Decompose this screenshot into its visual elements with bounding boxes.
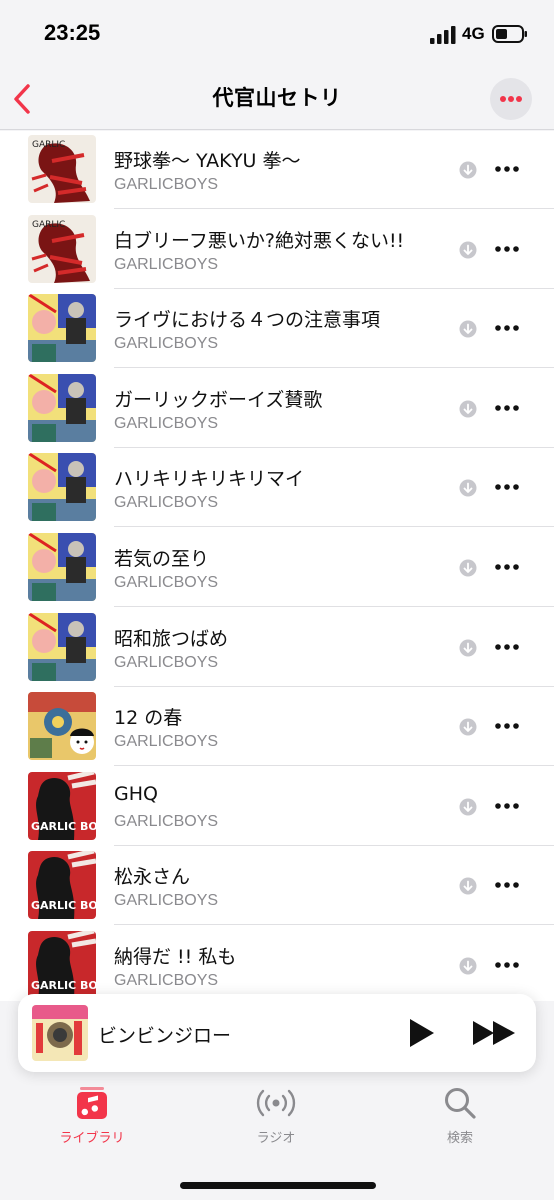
download-icon[interactable] (459, 559, 477, 577)
track-row[interactable]: GARLIC BOYS GHQ GARLICBOYS (0, 766, 554, 846)
track-artwork: GARLIC (28, 214, 96, 283)
battery-icon (492, 25, 527, 43)
track-title: 白ブリーフ悪いか?絶対悪くない!! (114, 229, 405, 252)
track-artist: GARLICBOYS (114, 653, 219, 671)
fast-forward-icon[interactable] (472, 1020, 516, 1046)
track-more-icon[interactable] (494, 243, 520, 255)
track-artist: GARLICBOYS (114, 176, 219, 193)
track-artwork: GARLIC (28, 135, 96, 203)
track-artwork: GARLIC BOYS (28, 931, 96, 999)
track-more-icon[interactable] (494, 720, 520, 732)
track-title: 12 の春 (114, 707, 183, 730)
track-title: 若気の至り (114, 548, 210, 570)
track-row[interactable]: 若気の至り GARLICBOYS (0, 527, 554, 607)
track-more-icon[interactable] (494, 800, 520, 812)
track-artist: GARLICBOYS (114, 812, 219, 830)
svg-text:GARLIC BOYS: GARLIC BOYS (31, 979, 96, 992)
play-icon[interactable] (408, 1018, 436, 1048)
track-artwork (28, 692, 96, 761)
track-more-icon[interactable] (494, 322, 520, 334)
track-artist: GARLICBOYS (114, 255, 219, 273)
download-icon[interactable] (459, 241, 477, 259)
track-artist: GARLICBOYS (114, 335, 219, 353)
download-icon[interactable] (459, 161, 477, 179)
track-artwork (28, 612, 96, 681)
track-more-icon[interactable] (494, 163, 520, 175)
download-icon[interactable] (459, 798, 477, 816)
track-row[interactable]: 昭和旅つばめ GARLICBOYS (0, 607, 554, 687)
cellular-signal-icon (430, 26, 456, 44)
tab-radio[interactable]: ラジオ (216, 1086, 336, 1156)
search-icon (445, 1088, 476, 1119)
track-more-icon[interactable] (494, 481, 520, 493)
track-more-icon[interactable] (494, 561, 520, 573)
track-row[interactable]: ライヴにおける４つの注意事項 GARLICBOYS (0, 288, 554, 369)
track-artwork (28, 294, 96, 363)
track-row[interactable]: 12 の春 GARLICBOYS (0, 686, 554, 767)
svg-text:GARLIC BOYS: GARLIC BOYS (31, 820, 96, 833)
track-artist: GARLICBOYS (114, 972, 219, 989)
download-icon[interactable] (459, 718, 477, 736)
now-playing-artwork (32, 1005, 88, 1061)
track-artist: GARLICBOYS (114, 414, 219, 432)
download-icon[interactable] (459, 957, 477, 975)
track-more-icon[interactable] (494, 641, 520, 653)
download-icon[interactable] (459, 400, 477, 418)
track-row[interactable]: GARLIC 白ブリーフ悪いか?絶対悪くない!! GARLICBOYS (0, 209, 554, 289)
tab-library-label: ライブラリ (59, 1131, 125, 1146)
music-note-icon (77, 1087, 107, 1119)
track-title: ハリキリキリキリマイ (114, 468, 305, 491)
track-artwork (28, 533, 96, 601)
track-title: 昭和旅つばめ (114, 627, 229, 650)
track-row[interactable]: ガーリックボーイズ賛歌 GARLICBOYS (0, 368, 554, 448)
status-time: 23:25 (44, 20, 101, 45)
radio-icon (256, 1089, 296, 1117)
download-icon[interactable] (459, 320, 477, 338)
home-indicator (180, 1182, 376, 1189)
track-row[interactable]: GARLIC 野球拳〜 YAKYU 拳〜 GARLICBOYS (0, 131, 554, 209)
track-title: GHQ (114, 782, 158, 805)
svg-text:GARLIC: GARLIC (32, 140, 65, 150)
track-artist: GARLICBOYS (114, 892, 219, 910)
track-title: 松永さん (114, 866, 191, 889)
download-icon[interactable] (459, 479, 477, 497)
network-type: 4G (462, 24, 485, 43)
tab-search[interactable]: 検索 (400, 1086, 520, 1156)
track-title: ライヴにおける４つの注意事項 (114, 309, 381, 332)
track-artist: GARLICBOYS (114, 494, 219, 512)
track-artwork (28, 453, 96, 522)
track-artist: GARLICBOYS (114, 574, 219, 591)
track-row[interactable]: GARLIC BOYS 納得だ !! 私も GARLICBOYS (0, 925, 554, 1001)
track-title: 野球拳〜 YAKYU 拳〜 (114, 150, 301, 172)
mini-player[interactable]: ビンビンジロー (18, 994, 536, 1072)
track-more-icon[interactable] (494, 959, 520, 971)
track-artwork: GARLIC BOYS (28, 851, 96, 920)
page-title: 代官山セトリ (212, 86, 342, 110)
track-artist: GARLICBOYS (114, 733, 219, 751)
download-icon[interactable] (459, 639, 477, 657)
track-artwork (28, 373, 96, 442)
track-more-icon[interactable] (494, 879, 520, 891)
svg-text:GARLIC: GARLIC (32, 220, 65, 230)
playlist-more-button[interactable] (490, 78, 532, 120)
track-list: GARLIC 野球拳〜 YAKYU 拳〜 GARLICBOYS GARLIC 白ブリーフ… (0, 131, 554, 1001)
track-artwork: GARLIC BOYS (28, 771, 96, 840)
nav-bar: 代官山セトリ (0, 70, 554, 130)
ellipsis-icon (500, 96, 522, 102)
download-icon[interactable] (459, 877, 477, 895)
tab-search-label: 検索 (446, 1131, 473, 1146)
tab-radio-label: ラジオ (256, 1131, 296, 1146)
status-bar: 23:25 4G (0, 0, 554, 70)
track-title: 納得だ !! 私も (114, 946, 237, 968)
track-title: ガーリックボーイズ賛歌 (114, 388, 323, 411)
track-more-icon[interactable] (494, 402, 520, 414)
track-row[interactable]: ハリキリキリキリマイ GARLICBOYS (0, 447, 554, 528)
track-row[interactable]: GARLIC BOYS 松永さん GARLICBOYS (0, 845, 554, 926)
now-playing-title: ビンビンジロー (98, 1025, 232, 1047)
tab-library[interactable]: ライブラリ (32, 1086, 152, 1156)
svg-text:GARLIC BOYS: GARLIC BOYS (31, 899, 96, 912)
